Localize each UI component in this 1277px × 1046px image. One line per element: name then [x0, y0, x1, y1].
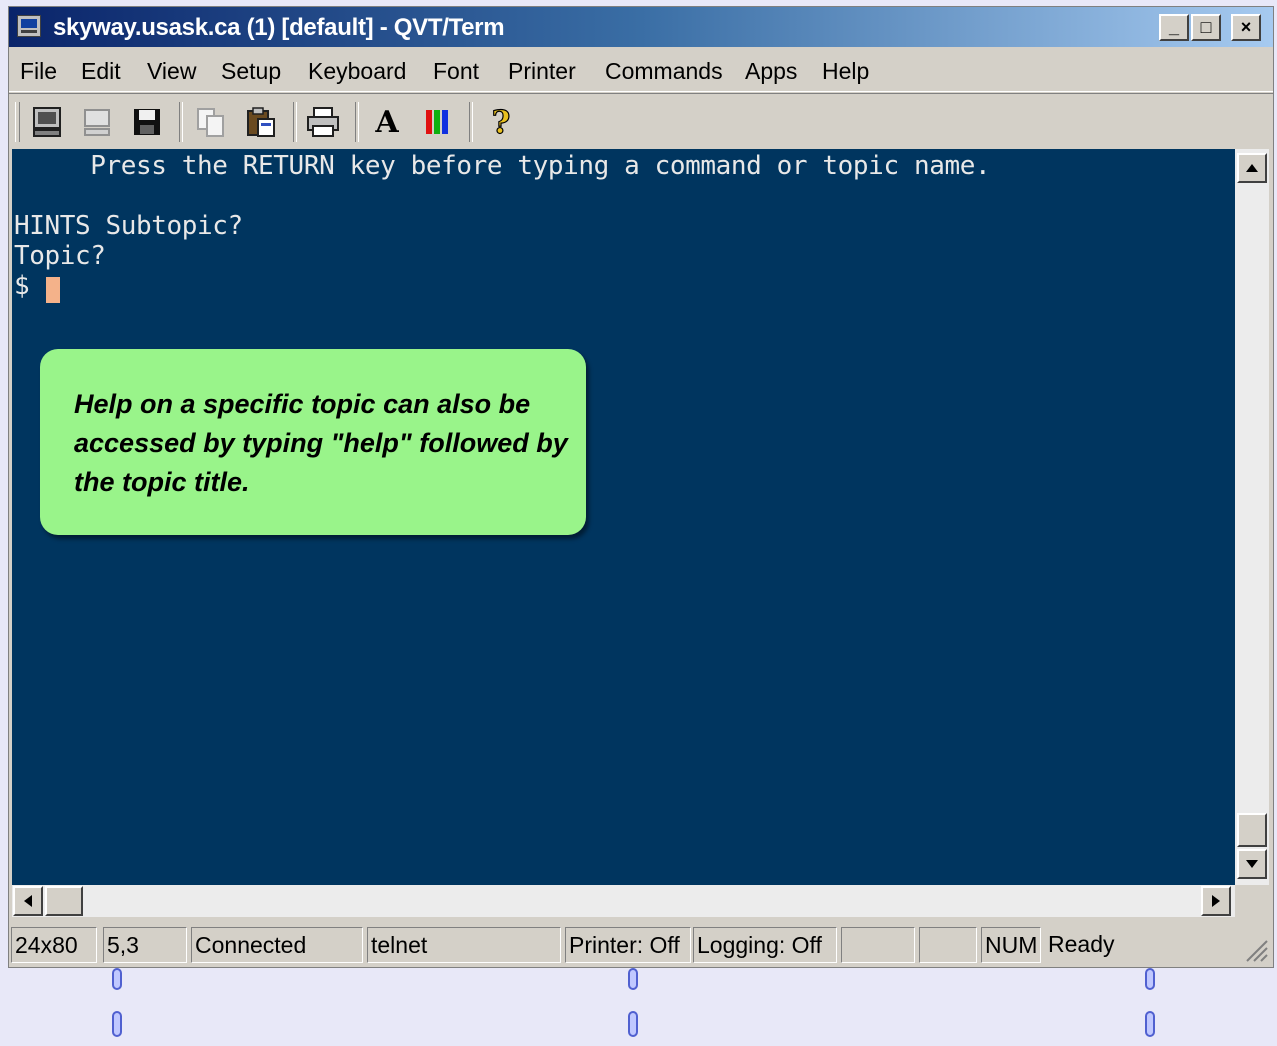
binding-ring-icon — [1145, 1011, 1155, 1037]
status-size: 24x80 — [11, 927, 97, 963]
copy-icon[interactable] — [193, 104, 229, 140]
toolbar-separator — [179, 102, 183, 142]
menu-view[interactable]: View — [147, 58, 196, 85]
title-bar[interactable]: skyway.usask.ca (1) [default] - QVT/Term… — [9, 7, 1273, 47]
terminal-cursor — [46, 277, 60, 303]
scroll-left-button[interactable] — [13, 886, 43, 916]
scroll-right-button[interactable] — [1201, 886, 1231, 916]
terminal-line: Press the RETURN key before typing a com… — [14, 151, 991, 181]
terminal-line: Topic? — [14, 241, 106, 271]
status-blank — [841, 927, 915, 963]
binding-ring-icon — [112, 968, 122, 990]
menu-apps[interactable]: Apps — [745, 58, 797, 85]
status-blank — [919, 927, 977, 963]
save-icon[interactable] — [129, 104, 165, 140]
status-num: NUM — [981, 927, 1041, 963]
minimize-button[interactable]: _ — [1159, 14, 1189, 41]
toolbar: A ? — [9, 93, 1273, 150]
status-printer: Printer: Off — [565, 927, 691, 963]
arrow-left-icon — [24, 895, 32, 907]
status-protocol: telnet — [367, 927, 561, 963]
callout-text: Help on a specific topic can also be acc… — [74, 389, 568, 497]
app-window: skyway.usask.ca (1) [default] - QVT/Term… — [8, 6, 1274, 968]
app-icon[interactable] — [17, 15, 41, 37]
terminal-prompt: $ — [14, 271, 45, 301]
binding-ring-icon — [628, 968, 638, 990]
menu-setup[interactable]: Setup — [221, 58, 281, 85]
menu-help[interactable]: Help — [822, 58, 869, 85]
menu-edit[interactable]: Edit — [81, 58, 121, 85]
menu-commands[interactable]: Commands — [605, 58, 723, 85]
scroll-down-button[interactable] — [1237, 849, 1267, 879]
toolbar-separator — [355, 102, 359, 142]
toolbar-grip[interactable] — [15, 102, 20, 142]
vertical-scrollbar[interactable] — [1235, 149, 1269, 885]
toolbar-separator — [469, 102, 473, 142]
close-button[interactable]: × — [1231, 14, 1261, 41]
status-bar: 24x80 5,3 Connected telnet Printer: Off … — [9, 923, 1273, 967]
binding-ring-icon — [112, 1011, 122, 1037]
terminal-line: HINTS Subtopic? — [14, 211, 243, 241]
paste-icon[interactable] — [243, 104, 279, 140]
arrow-up-icon — [1246, 164, 1258, 172]
menu-file[interactable]: File — [20, 58, 57, 85]
window-title: skyway.usask.ca (1) [default] - QVT/Term — [53, 14, 505, 41]
menu-font[interactable]: Font — [433, 58, 479, 85]
font-glyph: A — [375, 104, 399, 140]
help-callout: Help on a specific topic can also be acc… — [40, 349, 586, 535]
help-icon[interactable]: ? — [483, 102, 519, 141]
menu-keyboard[interactable]: Keyboard — [308, 58, 406, 85]
scroll-up-button[interactable] — [1237, 153, 1267, 183]
toolbar-separator — [293, 102, 297, 142]
help-glyph: ? — [491, 102, 511, 141]
binding-ring-icon — [1145, 968, 1155, 990]
arrow-right-icon — [1212, 895, 1220, 907]
hscroll-thumb[interactable] — [45, 886, 83, 916]
menu-bar: File Edit View Setup Keyboard Font Print… — [9, 49, 1273, 92]
terminal-icon[interactable] — [29, 104, 65, 140]
print-icon[interactable] — [305, 104, 341, 140]
maximize-button[interactable]: □ — [1191, 14, 1221, 41]
horizontal-scrollbar[interactable] — [12, 885, 1235, 917]
status-connection: Connected — [191, 927, 363, 963]
resize-grip-icon[interactable] — [1241, 935, 1269, 963]
terminal-screen[interactable]: Press the RETURN key before typing a com… — [12, 149, 1235, 885]
colors-icon[interactable] — [419, 104, 455, 140]
binding-ring-icon — [628, 1011, 638, 1037]
status-position: 5,3 — [103, 927, 187, 963]
terminal-disabled-icon[interactable] — [79, 104, 115, 140]
status-logging: Logging: Off — [693, 927, 837, 963]
arrow-down-icon — [1246, 860, 1258, 868]
scroll-thumb[interactable] — [1237, 813, 1267, 847]
status-ready: Ready — [1048, 931, 1115, 957]
menu-printer[interactable]: Printer — [508, 58, 576, 85]
font-icon[interactable]: A — [369, 104, 405, 140]
